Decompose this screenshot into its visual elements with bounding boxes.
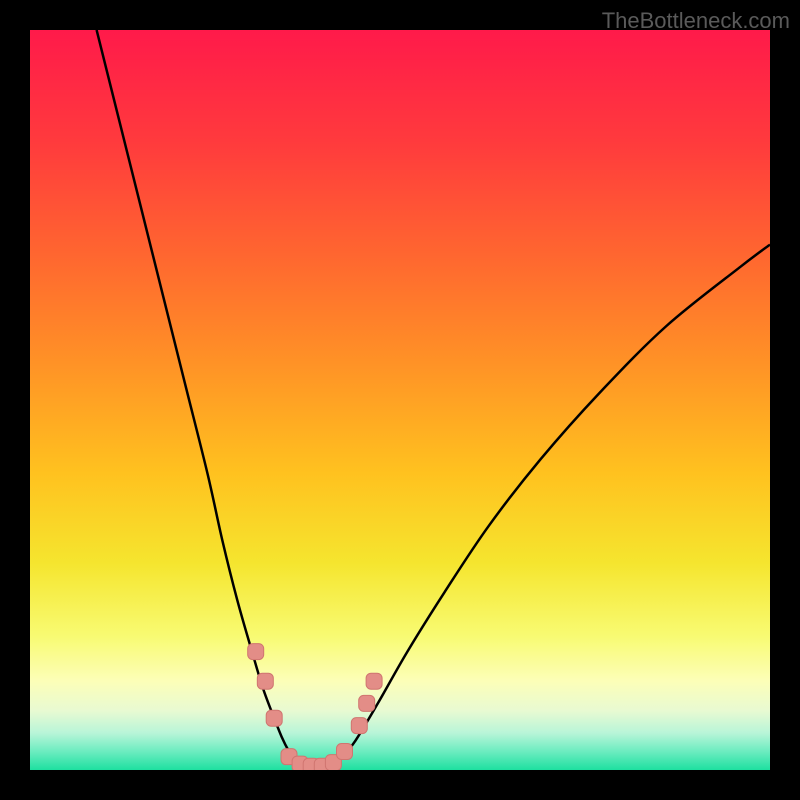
data-marker	[266, 710, 282, 726]
watermark-text: TheBottleneck.com	[602, 8, 790, 34]
data-marker	[359, 695, 375, 711]
data-marker	[366, 673, 382, 689]
right-curve-line	[333, 245, 770, 768]
data-marker	[257, 673, 273, 689]
left-curve-line	[97, 30, 304, 768]
data-marker	[337, 744, 353, 760]
chart-curves	[30, 30, 770, 770]
data-marker	[248, 644, 264, 660]
chart-container	[30, 30, 770, 770]
data-markers	[248, 644, 382, 770]
data-marker	[351, 718, 367, 734]
